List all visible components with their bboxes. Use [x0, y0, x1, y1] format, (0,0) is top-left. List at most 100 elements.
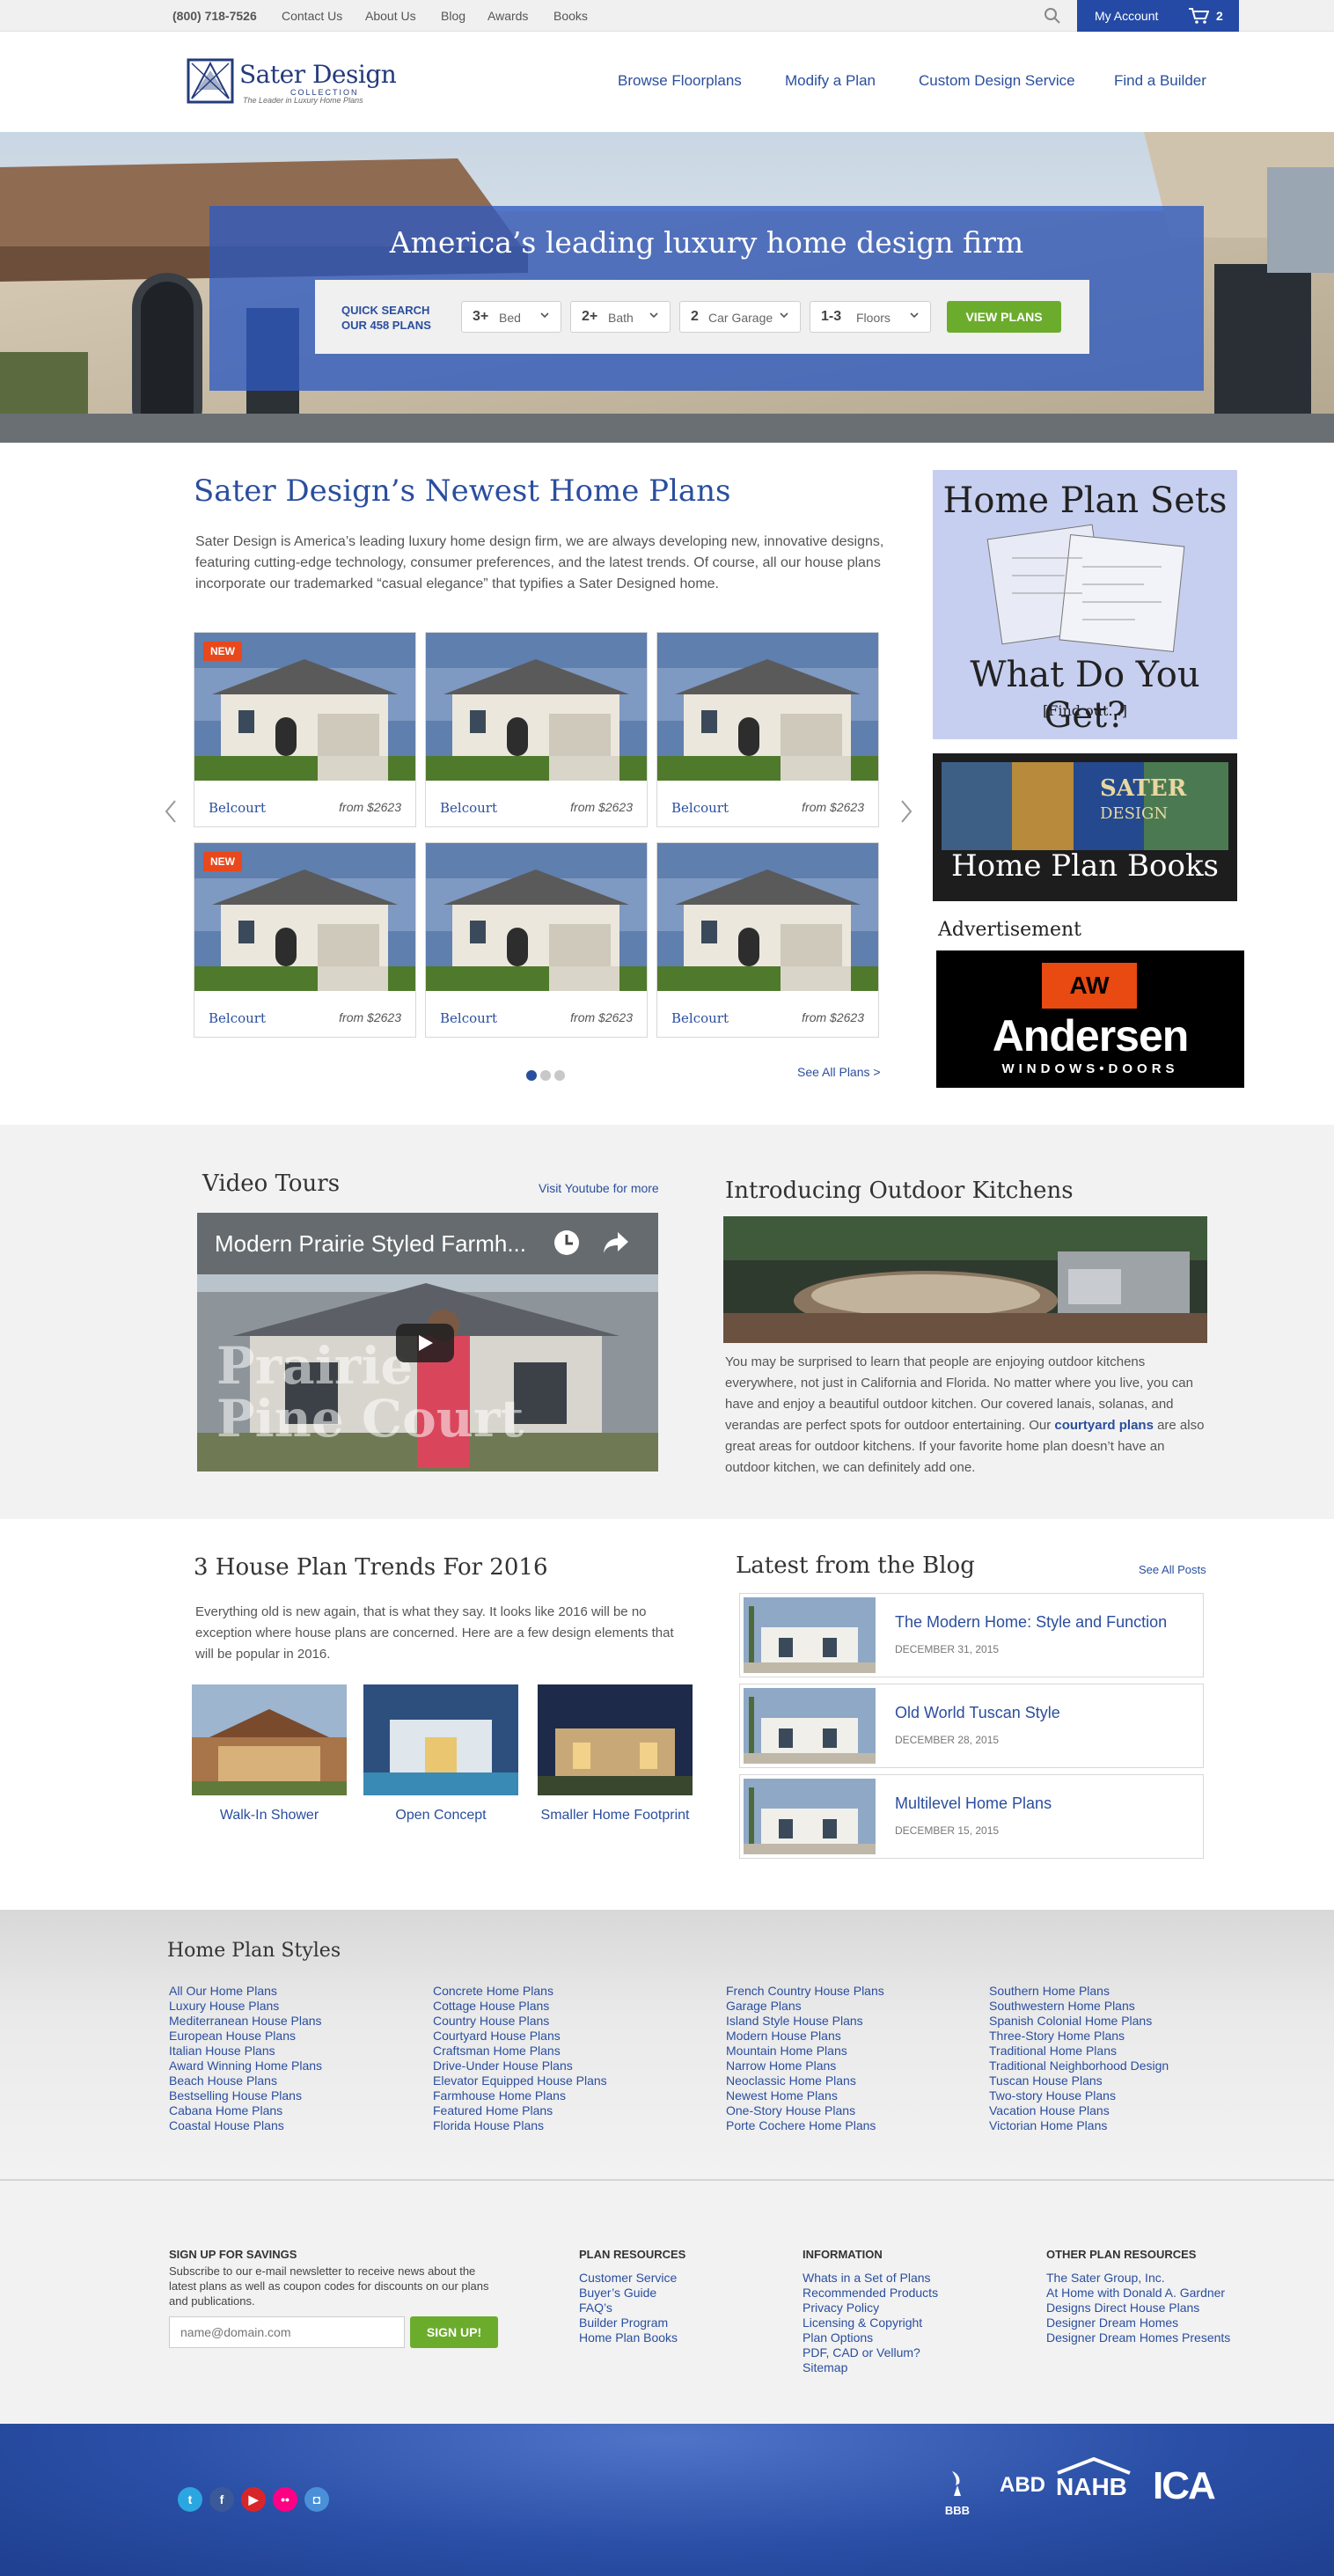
- plan-name[interactable]: Belcourt: [440, 1010, 497, 1026]
- plan-name[interactable]: Belcourt: [209, 1010, 266, 1026]
- play-button[interactable]: [396, 1324, 454, 1362]
- blog-post-title[interactable]: The Modern Home: Style and Function: [895, 1613, 1167, 1632]
- link-item[interactable]: Courtyard House Plans: [433, 2029, 607, 2044]
- link-item[interactable]: Licensing & Copyright: [803, 2315, 938, 2330]
- link-item[interactable]: Neoclassic Home Plans: [726, 2073, 884, 2088]
- link-item[interactable]: At Home with Donald A. Gardner: [1046, 2286, 1230, 2301]
- nav-modify-plan[interactable]: Modify a Plan: [785, 72, 876, 90]
- sign-up-button[interactable]: SIGN UP!: [410, 2316, 498, 2348]
- search-icon[interactable]: [1044, 7, 1061, 25]
- link-item[interactable]: Beach House Plans: [169, 2073, 322, 2088]
- link-item[interactable]: Southwestern Home Plans: [989, 1999, 1169, 2014]
- trend-label-smaller-footprint[interactable]: Smaller Home Footprint: [538, 1808, 693, 1824]
- link-item[interactable]: The Sater Group, Inc.: [1046, 2271, 1230, 2286]
- carousel-prev-arrow-icon[interactable]: [164, 799, 178, 824]
- link-item[interactable]: Newest Home Plans: [726, 2088, 884, 2103]
- carousel-next-arrow-icon[interactable]: [899, 799, 913, 824]
- link-item[interactable]: Craftsman Home Plans: [433, 2044, 607, 2059]
- link-item[interactable]: Award Winning Home Plans: [169, 2059, 322, 2073]
- carousel-dot[interactable]: [540, 1070, 551, 1081]
- email-field[interactable]: [169, 2316, 405, 2348]
- blog-post[interactable]: The Modern Home: Style and Function DECEM…: [739, 1593, 1204, 1677]
- cart-icon[interactable]: [1188, 7, 1209, 25]
- blog-post[interactable]: Old World Tuscan Style DECEMBER 28, 2015: [739, 1684, 1204, 1768]
- plan-card[interactable]: Belcourt from $2623: [425, 842, 648, 1038]
- link-item[interactable]: Tuscan House Plans: [989, 2073, 1169, 2088]
- andersen-ad[interactable]: AW Andersen WINDOWS•DOORS: [936, 950, 1244, 1088]
- phone-number[interactable]: (800) 718-7526: [172, 9, 257, 23]
- see-all-posts-link[interactable]: See All Posts: [1139, 1563, 1206, 1576]
- top-link-awards[interactable]: Awards: [487, 9, 528, 23]
- plan-image[interactable]: [657, 633, 878, 781]
- nav-custom-design[interactable]: Custom Design Service: [919, 72, 1075, 90]
- link-item[interactable]: Bestselling House Plans: [169, 2088, 322, 2103]
- youtube-link[interactable]: Visit Youtube for more: [539, 1181, 659, 1195]
- carousel-dot[interactable]: [554, 1070, 565, 1081]
- share-icon[interactable]: [602, 1230, 630, 1255]
- abd-badge[interactable]: ABD: [1000, 2473, 1045, 2498]
- nav-find-builder[interactable]: Find a Builder: [1114, 72, 1206, 90]
- video-player[interactable]: Modern Prairie Styled Farmh... Prairie P…: [197, 1213, 658, 1471]
- link-item[interactable]: Modern House Plans: [726, 2029, 884, 2044]
- link-item[interactable]: Three-Story Home Plans: [989, 2029, 1169, 2044]
- plan-name[interactable]: Belcourt: [671, 800, 729, 816]
- instagram-icon[interactable]: ◘: [304, 2487, 329, 2512]
- top-link-books[interactable]: Books: [553, 9, 588, 23]
- bbb-badge[interactable]: BBB: [940, 2468, 975, 2517]
- trend-label-walk-in-shower[interactable]: Walk-In Shower: [192, 1808, 347, 1824]
- watch-later-clock-icon[interactable]: [553, 1229, 581, 1257]
- link-item[interactable]: One-Story House Plans: [726, 2103, 884, 2118]
- link-item[interactable]: Designer Dream Homes: [1046, 2315, 1230, 2330]
- youtube-icon[interactable]: ▶: [241, 2487, 266, 2512]
- blog-post[interactable]: Multilevel Home Plans DECEMBER 15, 2015: [739, 1774, 1204, 1859]
- link-item[interactable]: FAQ’s: [579, 2301, 678, 2315]
- link-item[interactable]: Home Plan Books: [579, 2330, 678, 2345]
- floors-select[interactable]: 1-3 Floors: [810, 301, 931, 333]
- courtyard-plans-link[interactable]: courtyard plans: [1054, 1418, 1154, 1433]
- logo[interactable]: Sater Design COLLECTION The Leader in Lu…: [187, 58, 407, 107]
- trend-image-walk-in-shower[interactable]: [192, 1684, 347, 1795]
- home-plan-sets-ad[interactable]: Home Plan Sets What Do You Get? [Find ou…: [933, 470, 1237, 739]
- link-item[interactable]: Farmhouse Home Plans: [433, 2088, 607, 2103]
- link-item[interactable]: Two-story House Plans: [989, 2088, 1169, 2103]
- link-item[interactable]: Traditional Home Plans: [989, 2044, 1169, 2059]
- twitter-icon[interactable]: t: [178, 2487, 202, 2512]
- link-item[interactable]: Island Style House Plans: [726, 2014, 884, 2029]
- link-item[interactable]: Country House Plans: [433, 2014, 607, 2029]
- plan-name[interactable]: Belcourt: [671, 1010, 729, 1026]
- link-item[interactable]: Italian House Plans: [169, 2044, 322, 2059]
- top-link-about[interactable]: About Us: [365, 9, 416, 23]
- trend-image-open-concept[interactable]: [363, 1684, 518, 1795]
- link-item[interactable]: Privacy Policy: [803, 2301, 938, 2315]
- blog-post-title[interactable]: Old World Tuscan Style: [895, 1704, 1060, 1722]
- link-item[interactable]: Mountain Home Plans: [726, 2044, 884, 2059]
- home-plan-books-ad[interactable]: SATER DESIGN Home Plan Books: [933, 753, 1237, 901]
- link-item[interactable]: Customer Service: [579, 2271, 678, 2286]
- link-item[interactable]: European House Plans: [169, 2029, 322, 2044]
- link-item[interactable]: Designer Dream Homes Presents: [1046, 2330, 1230, 2345]
- plan-card[interactable]: Belcourt from $2623: [656, 842, 879, 1038]
- carousel-dot-active[interactable]: [526, 1070, 537, 1081]
- link-item[interactable]: Victorian Home Plans: [989, 2118, 1169, 2133]
- link-item[interactable]: Recommended Products: [803, 2286, 938, 2301]
- link-item[interactable]: Spanish Colonial Home Plans: [989, 2014, 1169, 2029]
- blog-post-image[interactable]: [744, 1688, 876, 1764]
- top-link-blog[interactable]: Blog: [441, 9, 465, 23]
- link-item[interactable]: Drive-Under House Plans: [433, 2059, 607, 2073]
- plan-card[interactable]: Belcourt from $2623: [656, 632, 879, 827]
- ica-badge[interactable]: ICA: [1153, 2464, 1216, 2508]
- plan-image[interactable]: [426, 633, 647, 781]
- see-all-plans-link[interactable]: See All Plans >: [797, 1065, 881, 1079]
- link-item[interactable]: Cottage House Plans: [433, 1999, 607, 2014]
- link-item[interactable]: Concrete Home Plans: [433, 1984, 607, 1999]
- plan-card[interactable]: Belcourt from $2623: [425, 632, 648, 827]
- link-item[interactable]: Traditional Neighborhood Design: [989, 2059, 1169, 2073]
- plan-name[interactable]: Belcourt: [440, 800, 497, 816]
- plan-card[interactable]: NEW Belcourt from $2623: [194, 842, 416, 1038]
- facebook-icon[interactable]: f: [209, 2487, 234, 2512]
- link-item[interactable]: Garage Plans: [726, 1999, 884, 2014]
- link-item[interactable]: Plan Options: [803, 2330, 938, 2345]
- sets-find-out-link[interactable]: [Find out...]: [933, 702, 1237, 719]
- link-item[interactable]: Cabana Home Plans: [169, 2103, 322, 2118]
- link-item[interactable]: Porte Cochere Home Plans: [726, 2118, 884, 2133]
